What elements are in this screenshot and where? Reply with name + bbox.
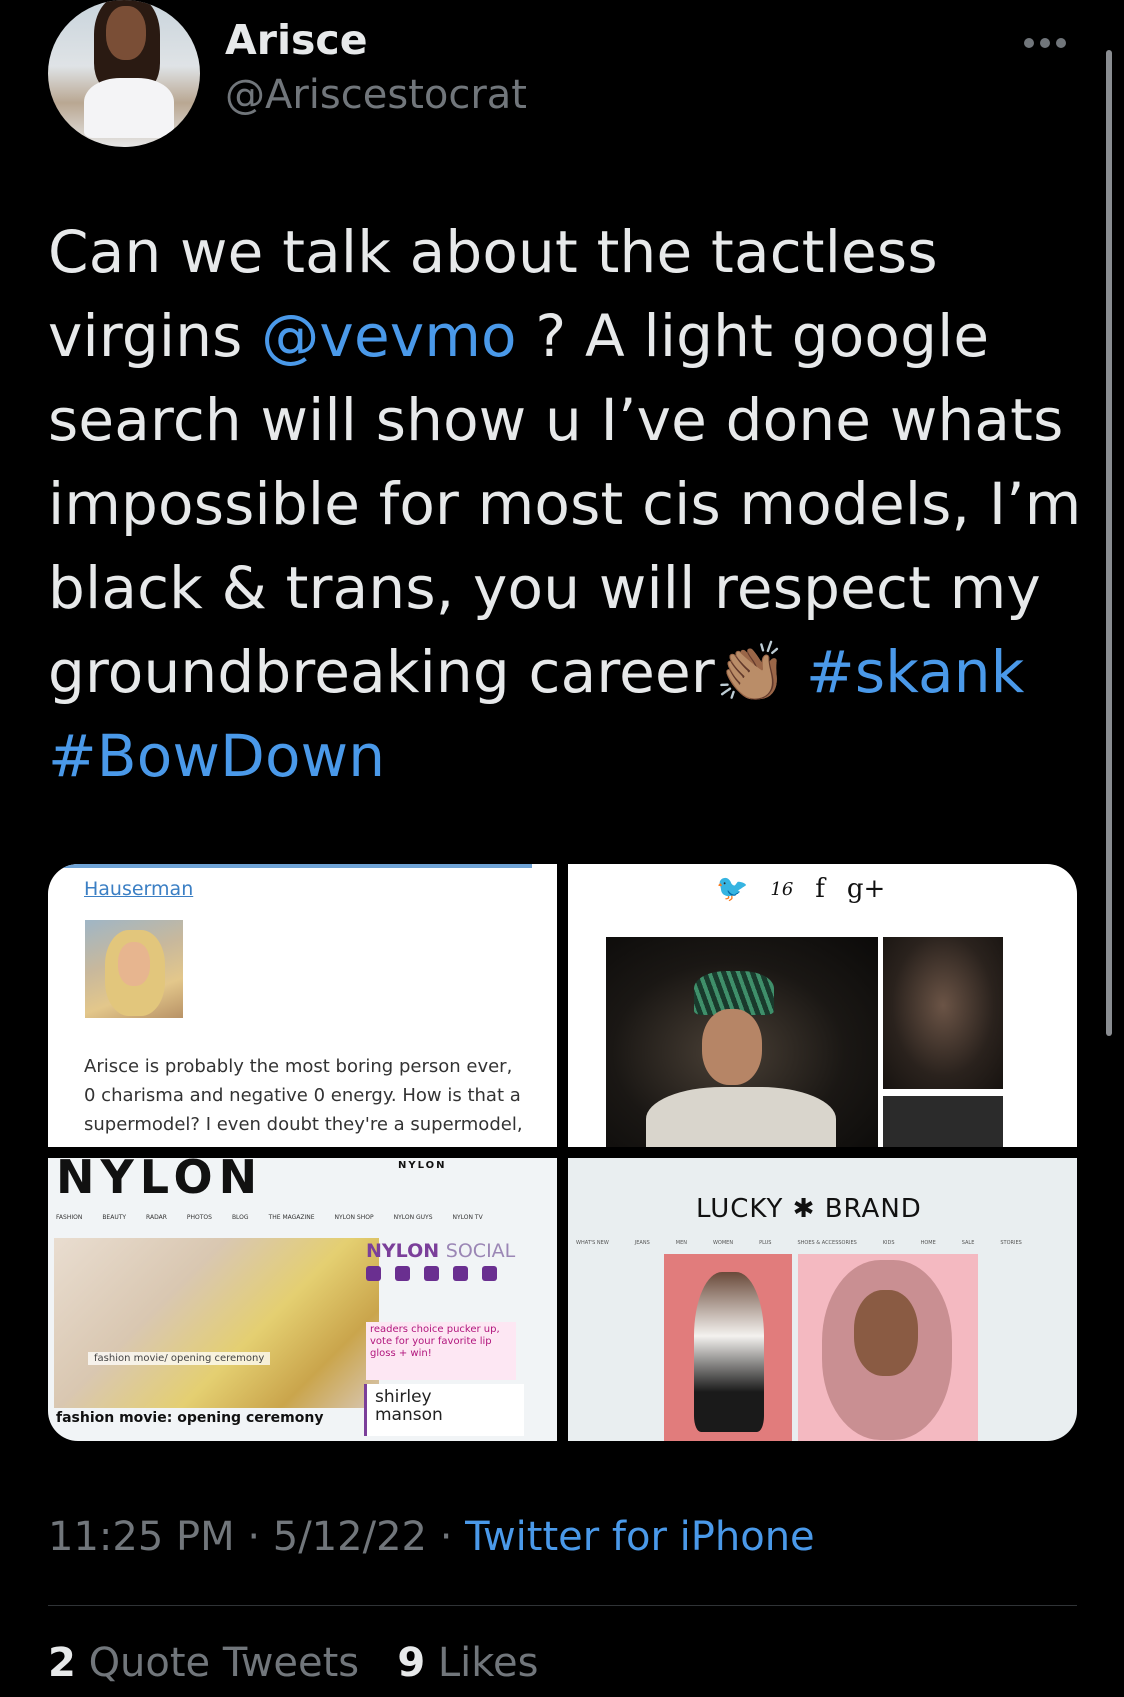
nav-item: RADAR bbox=[146, 1214, 167, 1221]
promo-banner: readers choice pucker up, vote for your … bbox=[366, 1322, 516, 1380]
share-count: 16 bbox=[770, 878, 794, 900]
like-count: 9 bbox=[397, 1640, 426, 1686]
media-image-photoshoot[interactable]: 🐦 16 f g+ bbox=[568, 864, 1077, 1147]
nav-item: MEN bbox=[675, 1240, 687, 1246]
nav-item: NYLON SHOP bbox=[334, 1214, 374, 1221]
nylon-logo: NYLON bbox=[56, 1158, 264, 1204]
quote-tweets-stat[interactable]: 2 Quote Tweets bbox=[48, 1640, 359, 1686]
tweet-date[interactable]: 5/12/22 bbox=[273, 1514, 427, 1560]
quote-label: Quote Tweets bbox=[88, 1640, 360, 1686]
social-icons bbox=[366, 1266, 497, 1281]
nav-item: WHAT'S NEW bbox=[576, 1240, 609, 1246]
photo-side bbox=[883, 1096, 1003, 1147]
lucky-brand-logo: LUCKY ✱ BRAND bbox=[696, 1194, 922, 1224]
hashtag-link[interactable]: #skank bbox=[806, 638, 1024, 706]
social-title-brand: NYLON bbox=[366, 1240, 440, 1262]
tweet-source-link[interactable]: Twitter for iPhone bbox=[465, 1514, 815, 1560]
comment-username: Hauserman bbox=[84, 878, 194, 900]
more-options-icon[interactable] bbox=[1024, 32, 1070, 54]
mention-link[interactable]: @vevmo bbox=[261, 302, 517, 370]
media-image-lucky-brand[interactable]: LUCKY ✱ BRAND WHAT'S NEW JEANS MEN WOMEN… bbox=[568, 1158, 1077, 1441]
google-plus-icon: g+ bbox=[846, 874, 886, 904]
nylon-photo bbox=[54, 1238, 379, 1408]
feature-banner: shirley manson bbox=[364, 1384, 524, 1436]
social-icon bbox=[453, 1266, 468, 1281]
nav-item: SALE bbox=[961, 1240, 975, 1246]
quote-count: 2 bbox=[48, 1640, 76, 1686]
divider bbox=[48, 1605, 1077, 1606]
divider bbox=[48, 864, 532, 868]
comment-text: Arisce is probably the most boring perso… bbox=[84, 1056, 523, 1135]
clapping-emoji: 👏🏽 bbox=[714, 638, 788, 706]
share-bar: 🐦 16 f g+ bbox=[716, 874, 885, 904]
nav-item: THE MAGAZINE bbox=[268, 1214, 315, 1221]
nylon-nav: FASHION BEAUTY RADAR PHOTOS BLOG THE MAG… bbox=[56, 1214, 551, 1221]
photo-main bbox=[606, 937, 878, 1147]
model-photo-left bbox=[664, 1254, 792, 1441]
display-name[interactable]: Arisce bbox=[225, 16, 368, 64]
nav-item: JEANS bbox=[634, 1240, 650, 1246]
social-icon bbox=[424, 1266, 439, 1281]
nav-item: HOME bbox=[920, 1240, 936, 1246]
scrollbar[interactable] bbox=[1106, 50, 1112, 1036]
like-label: Likes bbox=[437, 1640, 539, 1686]
nav-item: BLOG bbox=[231, 1214, 249, 1221]
twitter-bird-icon: 🐦 bbox=[716, 874, 749, 904]
nav-item: BEAUTY bbox=[102, 1214, 127, 1221]
social-title-sub: SOCIAL bbox=[445, 1240, 516, 1262]
photo-side bbox=[883, 937, 1003, 1089]
media-image-nylon[interactable]: NYLON NYLON FASHION BEAUTY RADAR PHOTOS … bbox=[48, 1158, 557, 1441]
nav-item: NYLON TV bbox=[452, 1214, 483, 1221]
stats-row: 2 Quote Tweets 9 Likes bbox=[48, 1640, 538, 1686]
separator: · bbox=[439, 1514, 453, 1560]
nav-item: STORIES bbox=[1000, 1240, 1022, 1246]
nylon-social-title: NYLON SOCIAL bbox=[366, 1240, 515, 1262]
nav-item: KIDS bbox=[882, 1240, 895, 1246]
user-handle[interactable]: @Ariscestocrat bbox=[225, 72, 527, 118]
nav-item: FASHION bbox=[56, 1214, 83, 1221]
tweet-text: Can we talk about the tactless virgins @… bbox=[48, 210, 1088, 798]
social-icon bbox=[366, 1266, 381, 1281]
nav-item: PLUS bbox=[759, 1240, 772, 1246]
social-icon bbox=[395, 1266, 410, 1281]
model-photo-right bbox=[798, 1254, 978, 1441]
nav-item: NYLON GUYS bbox=[393, 1214, 433, 1221]
likes-stat[interactable]: 9 Likes bbox=[397, 1640, 538, 1686]
feature-line: shirley bbox=[375, 1387, 432, 1407]
nav-item: SHOES & ACCESSORIES bbox=[797, 1240, 857, 1246]
media-grid: Hauserman Arisce is probably the most bo… bbox=[48, 864, 1077, 1441]
commenter-avatar bbox=[85, 920, 183, 1018]
feature-line: manson bbox=[375, 1405, 443, 1425]
hashtag-link[interactable]: #BowDown bbox=[48, 722, 385, 790]
nav-item: WOMEN bbox=[712, 1240, 734, 1246]
lucky-brand-nav: WHAT'S NEW JEANS MEN WOMEN PLUS SHOES & … bbox=[576, 1240, 1046, 1246]
photo-caption: fashion movie/ opening ceremony bbox=[88, 1352, 271, 1365]
facebook-icon: f bbox=[815, 874, 825, 904]
avatar[interactable] bbox=[48, 0, 200, 147]
tweet-time[interactable]: 11:25 PM bbox=[48, 1514, 235, 1560]
photo-caption-title: fashion movie: opening ceremony bbox=[56, 1410, 324, 1426]
nav-item: PHOTOS bbox=[186, 1214, 212, 1221]
media-image-comment[interactable]: Hauserman Arisce is probably the most bo… bbox=[48, 864, 557, 1147]
timestamp-row: 11:25 PM · 5/12/22 · Twitter for iPhone bbox=[48, 1514, 815, 1560]
separator: · bbox=[247, 1514, 261, 1560]
nylon-mini-logo: NYLON bbox=[398, 1160, 447, 1171]
social-icon bbox=[482, 1266, 497, 1281]
